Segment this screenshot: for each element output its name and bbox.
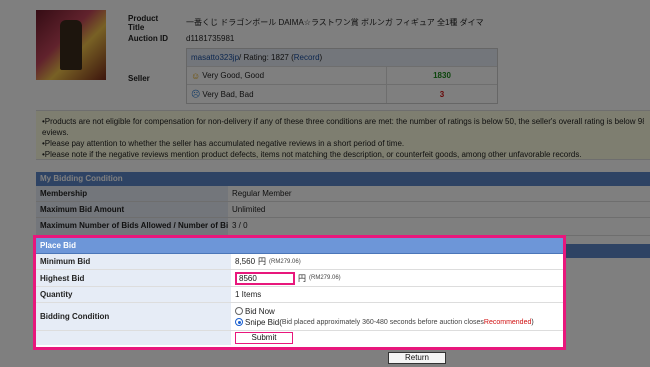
snipe-bid-close: ) <box>531 318 534 326</box>
bidding-condition-label: Bidding Condition <box>36 303 231 330</box>
quantity-label: Quantity <box>36 287 231 302</box>
yen-unit: 円 <box>258 257 267 266</box>
quantity-value: 1 Items <box>235 290 262 299</box>
highest-bid-label: Highest Bid <box>36 270 231 286</box>
snipe-bid-option[interactable]: Snipe Bid( Bid placed approximately 360-… <box>235 318 534 327</box>
place-bid-title: Place Bid <box>36 238 563 254</box>
bid-now-option[interactable]: Bid Now <box>235 307 275 316</box>
snipe-bid-radio[interactable] <box>235 318 243 326</box>
minimum-bid-value: 8,560 <box>235 257 256 266</box>
minimum-bid-row: Minimum Bid 8,560 円 (RM279.06) <box>36 254 563 270</box>
highest-bid-input[interactable] <box>235 271 295 285</box>
quantity-row: Quantity 1 Items <box>36 287 563 303</box>
place-bid-panel: Place Bid Minimum Bid 8,560 円 (RM279.06)… <box>33 235 566 350</box>
bid-now-label: Bid Now <box>245 306 275 316</box>
bid-now-radio[interactable] <box>235 307 243 315</box>
submit-row: Submit <box>36 331 563 345</box>
submit-button[interactable]: Submit <box>235 332 293 344</box>
recommended-tag: Recommended <box>483 318 532 326</box>
return-button[interactable]: Return <box>388 352 446 364</box>
minimum-bid-rm: (RM279.06) <box>269 258 301 265</box>
highest-bid-row: Highest Bid 円 (RM279.06) <box>36 270 563 287</box>
snipe-bid-label: Snipe Bid( <box>245 317 282 327</box>
snipe-bid-description: Bid placed approximately 360-480 seconds… <box>281 318 484 326</box>
highest-bid-rm: (RM279.06) <box>309 275 341 281</box>
yen-unit: 円 <box>298 273 306 283</box>
bidding-condition-row: Bidding Condition Bid Now Snipe Bid( Bid… <box>36 303 563 331</box>
minimum-bid-label: Minimum Bid <box>36 254 231 269</box>
